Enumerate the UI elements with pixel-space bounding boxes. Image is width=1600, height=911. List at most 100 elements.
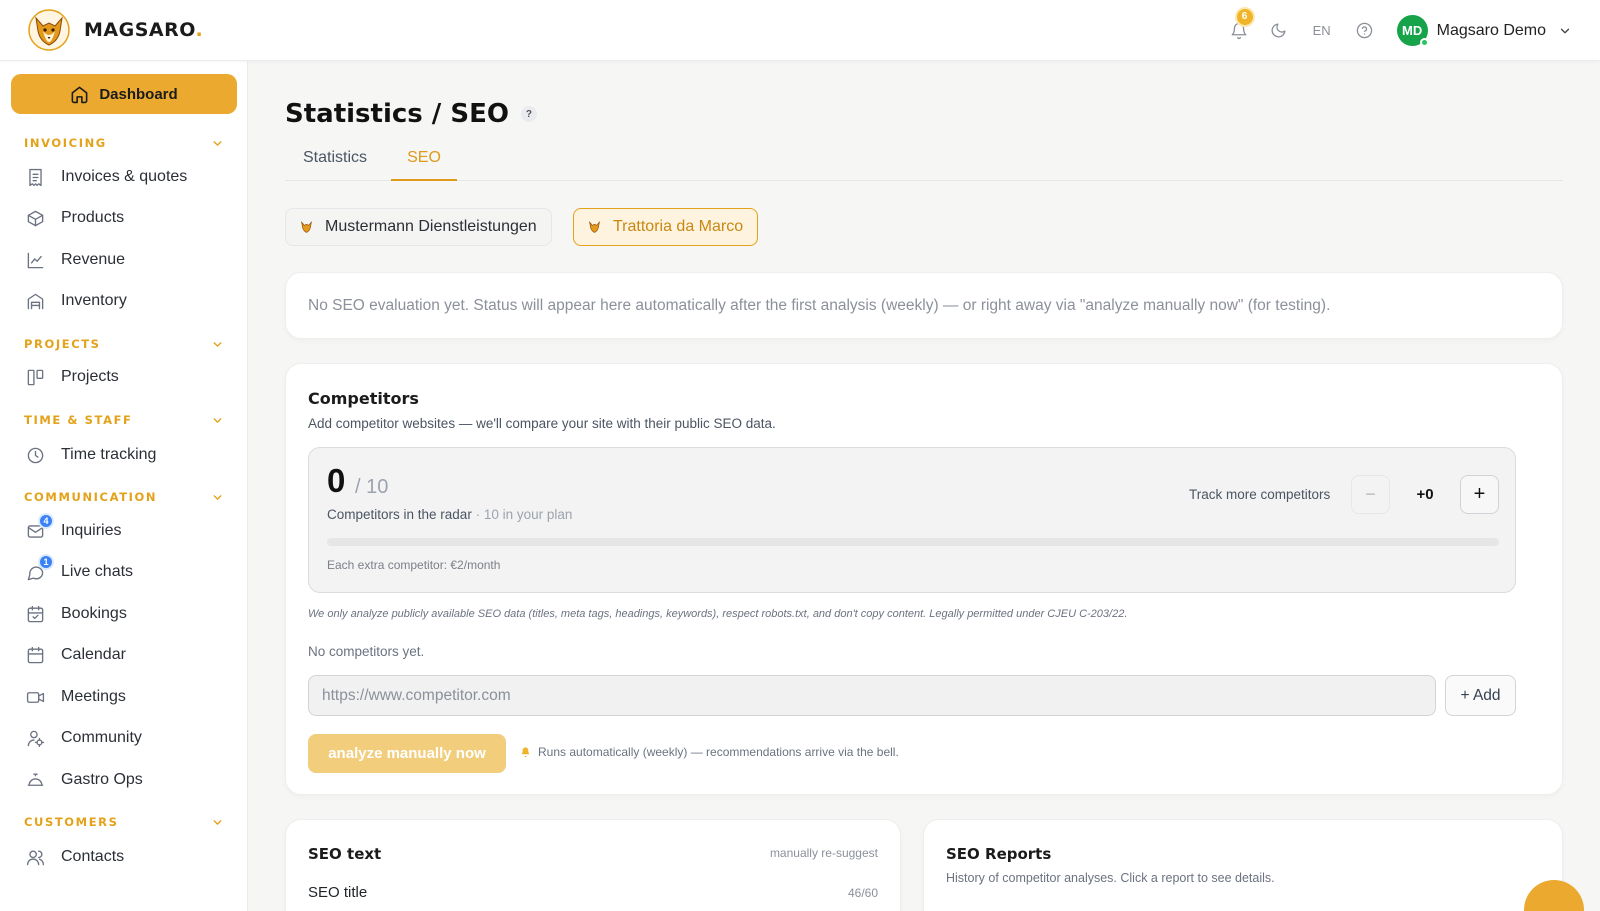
- language-switcher[interactable]: EN: [1313, 23, 1331, 38]
- cloche-icon: [24, 769, 46, 791]
- app-name-dot: .: [195, 19, 204, 41]
- sidebar-item-meetings[interactable]: Meetings: [24, 684, 126, 710]
- track-more-label: Track more competitors: [1189, 487, 1331, 502]
- seo-reports-card: SEO Reports History of competitor analys…: [923, 819, 1563, 911]
- top-actions: 6 EN MD Magsaro Demo: [1227, 0, 1572, 61]
- top-bar: MAGSARO. 6 EN MD Magsaro Demo: [0, 0, 1600, 61]
- sidebar-item-label: Projects: [61, 368, 119, 385]
- live-chats-badge: 1: [38, 554, 54, 570]
- sidebar-item-label: Community: [61, 729, 142, 746]
- section-title: COMMUNICATION: [24, 490, 158, 504]
- sidebar-item-calendar[interactable]: Calendar: [24, 642, 126, 668]
- notification-badge: 6: [1234, 6, 1255, 27]
- sidebar-item-gastro-ops[interactable]: Gastro Ops: [24, 767, 143, 793]
- chevron-down-icon: [213, 417, 222, 423]
- sidebar-item-revenue[interactable]: Revenue: [24, 247, 125, 273]
- sidebar-item-label: Calendar: [61, 646, 126, 663]
- sidebar-item-label: Invoices & quotes: [61, 168, 188, 185]
- dashboard-button[interactable]: Dashboard: [11, 74, 237, 114]
- decrease-competitors-button[interactable]: −: [1351, 475, 1390, 514]
- dark-mode-toggle[interactable]: [1267, 19, 1291, 43]
- app-logo[interactable]: MAGSARO.: [28, 9, 203, 51]
- section-time-staff-header[interactable]: TIME & STAFF: [24, 412, 224, 428]
- mail-icon: 4: [24, 513, 54, 542]
- competitor-progress-bar: [327, 538, 1499, 546]
- user-avatar[interactable]: MD: [1396, 15, 1429, 47]
- section-invoicing-header[interactable]: INVOICING: [24, 135, 224, 151]
- chevron-down-icon: [213, 140, 222, 146]
- fox-logo-icon: [300, 220, 313, 234]
- sidebar-item-invoices[interactable]: Invoices & quotes: [24, 164, 187, 190]
- sidebar-item-label: Meetings: [61, 688, 126, 705]
- sidebar: Dashboard INVOICING Invoices & quotes Pr…: [0, 61, 248, 911]
- seo-text-title: SEO text: [308, 845, 382, 863]
- section-title: TIME & STAFF: [24, 413, 133, 427]
- auto-run-note: Runs automatically (weekly) — recommenda…: [520, 745, 899, 759]
- section-title: CUSTOMERS: [24, 815, 119, 829]
- chevron-down-icon: [213, 494, 222, 500]
- seo-reports-title: SEO Reports: [946, 845, 1052, 863]
- analyze-manually-button[interactable]: analyze manually now: [308, 734, 506, 773]
- app-name: MAGSARO: [84, 19, 196, 41]
- competitor-limit: / 10: [355, 476, 389, 498]
- moon-icon: [1271, 23, 1286, 38]
- user-initials: MD: [1402, 23, 1423, 38]
- sidebar-item-label: Contacts: [61, 848, 125, 865]
- community-icon: [24, 727, 46, 749]
- section-customers-header[interactable]: CUSTOMERS: [24, 814, 224, 830]
- extra-competitor-cost: Each extra competitor: €2/month: [327, 558, 501, 572]
- competitor-radar-box: 0 / 10 Competitors in the radar · 10 in …: [308, 447, 1516, 593]
- page-help-icon[interactable]: ?: [520, 106, 537, 122]
- plan-note: · 10 in your plan: [471, 507, 573, 522]
- tab-label: Statistics: [303, 149, 368, 166]
- help-button[interactable]: [1353, 19, 1377, 43]
- clock-icon: [24, 444, 46, 466]
- chevron-down-icon[interactable]: [1558, 24, 1572, 38]
- section-title: INVOICING: [24, 136, 107, 150]
- tab-label: SEO: [407, 149, 441, 166]
- auto-run-text: Runs automatically (weekly) — recommenda…: [538, 745, 899, 759]
- add-competitor-button[interactable]: + Add: [1445, 675, 1516, 716]
- business-chip-trattoria[interactable]: Trattoria da Marco: [573, 208, 759, 246]
- business-chip-mustermann[interactable]: Mustermann Dienstleistungen: [285, 208, 552, 246]
- seo-title-char-count: 46/60: [847, 886, 878, 900]
- seo-status-message: No SEO evaluation yet. Status will appea…: [308, 297, 1331, 314]
- extra-competitors-value: +0: [1416, 486, 1434, 503]
- section-projects-header[interactable]: PROJECTS: [24, 336, 224, 352]
- calendar-icon: [24, 644, 46, 666]
- sidebar-item-label: Time tracking: [61, 446, 157, 463]
- user-name[interactable]: Magsaro Demo: [1437, 22, 1546, 40]
- notifications-button[interactable]: 6: [1227, 6, 1255, 43]
- tab-bar: Statistics SEO: [285, 149, 1563, 181]
- sidebar-item-time-tracking[interactable]: Time tracking: [24, 442, 156, 468]
- sidebar-item-inquiries[interactable]: 4 Inquiries: [24, 513, 121, 544]
- sidebar-item-community[interactable]: Community: [24, 725, 142, 751]
- business-chip-label: Trattoria da Marco: [613, 218, 744, 235]
- tab-seo[interactable]: SEO: [391, 149, 457, 181]
- sidebar-item-bookings[interactable]: Bookings: [24, 601, 127, 627]
- competitor-url-input[interactable]: [308, 675, 1436, 716]
- legal-note: We only analyze publicly available SEO d…: [308, 608, 1128, 620]
- home-icon: [71, 86, 88, 103]
- seo-title-label: SEO title: [308, 884, 368, 901]
- tab-statistics[interactable]: Statistics: [303, 149, 387, 181]
- chart-line-icon: [24, 249, 46, 271]
- warehouse-icon: [24, 290, 46, 312]
- section-communication-header[interactable]: COMMUNICATION: [24, 489, 224, 505]
- sidebar-item-inventory[interactable]: Inventory: [24, 288, 127, 314]
- sidebar-item-label: Revenue: [61, 251, 126, 268]
- inquiries-badge: 4: [38, 513, 54, 529]
- bell-icon: [521, 747, 530, 758]
- radar-label: Competitors in the radar: [327, 507, 472, 522]
- sidebar-item-contacts[interactable]: Contacts: [24, 844, 124, 870]
- page-title-text: Statistics / SEO: [285, 99, 509, 129]
- re-suggest-link[interactable]: manually re-suggest: [770, 846, 878, 860]
- online-status-dot: [1419, 38, 1429, 47]
- video-icon: [24, 686, 46, 708]
- sidebar-item-projects[interactable]: Projects: [24, 364, 119, 390]
- sidebar-item-live-chats[interactable]: 1 Live chats: [24, 554, 133, 585]
- page-title: Statistics / SEO ?: [285, 99, 537, 129]
- sidebar-item-products[interactable]: Products: [24, 205, 124, 231]
- increase-competitors-button[interactable]: +: [1460, 475, 1499, 514]
- fox-logo-icon: [588, 220, 601, 234]
